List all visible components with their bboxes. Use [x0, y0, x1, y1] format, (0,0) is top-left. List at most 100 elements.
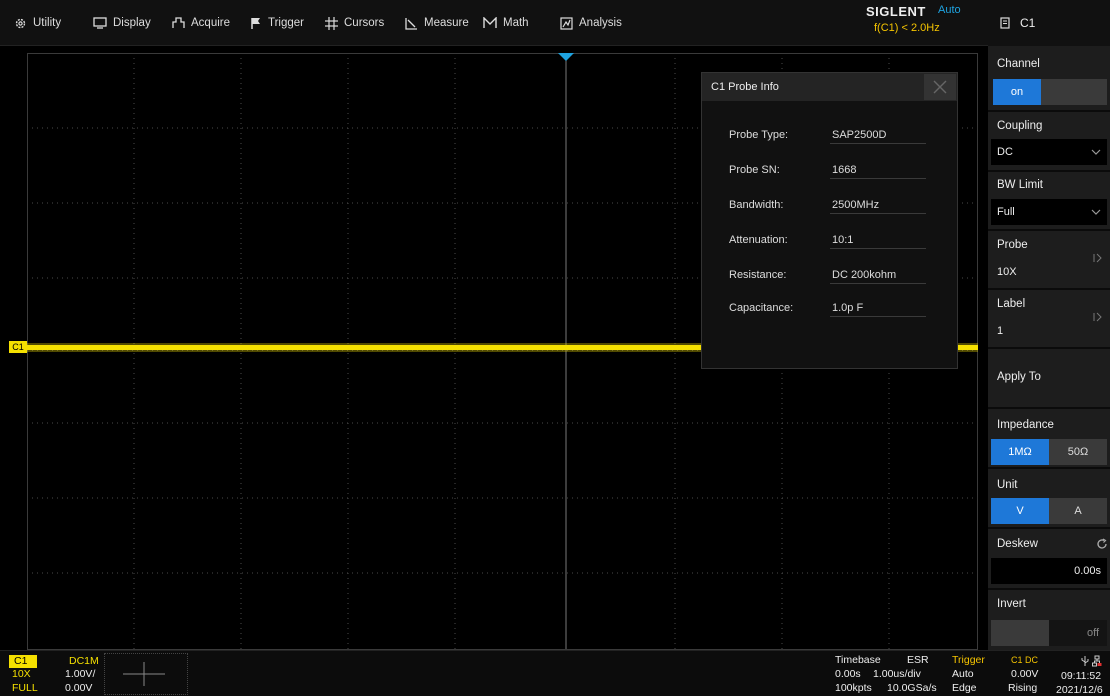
- menu-trigger-label: Trigger: [268, 17, 304, 29]
- deskew-input[interactable]: 0.00s: [991, 558, 1107, 584]
- trigger-frequency: f(C1) < 2.0Hz: [874, 22, 940, 34]
- divider: [830, 178, 926, 179]
- trigger-slope: Rising: [1008, 682, 1038, 694]
- channel-label: Channel: [997, 58, 1040, 70]
- divider: [988, 170, 1110, 172]
- submenu-arrow-icon: [1093, 312, 1102, 322]
- deskew-label: Deskew: [997, 538, 1038, 550]
- channel-off-toggle[interactable]: [1041, 79, 1107, 105]
- network-icon: [1092, 655, 1102, 667]
- impedance-label: Impedance: [997, 419, 1054, 431]
- trigger-box[interactable]: Trigger Auto Edge C1 DC 0.00V Rising: [950, 653, 1050, 696]
- probe-sn-key: Probe SN:: [729, 164, 780, 176]
- reset-icon[interactable]: [1096, 538, 1108, 550]
- add-channel-button[interactable]: [104, 653, 188, 695]
- trigger-mode: Auto: [952, 668, 974, 680]
- ch1-coupling: DC1M: [69, 655, 99, 667]
- label-menu-item[interactable]: Label 1: [988, 290, 1110, 346]
- impedance-50-label: 50Ω: [1067, 446, 1089, 458]
- coupling-label: Coupling: [997, 120, 1043, 132]
- timebase-label: Timebase: [835, 654, 881, 666]
- menu-analysis[interactable]: Analysis: [560, 0, 622, 46]
- resistance-value: DC 200kohm: [832, 269, 897, 281]
- ch1-info-box[interactable]: C1 DC1M 10X 1.00V/ FULL 0.00V: [9, 654, 99, 696]
- monitor-icon: [93, 17, 107, 29]
- ch1-badge-label: C1: [14, 655, 28, 667]
- trigger-position-marker[interactable]: [558, 53, 574, 61]
- ch1-scale: 1.00V/: [65, 668, 96, 680]
- panel-title: C1: [1020, 16, 1036, 30]
- unit-a-label: A: [1074, 505, 1082, 517]
- menu-utility[interactable]: Utility: [14, 0, 61, 46]
- menu-acquire[interactable]: Acquire: [172, 0, 230, 46]
- chevron-down-icon: [1091, 209, 1101, 215]
- divider: [830, 283, 926, 284]
- resistance-key: Resistance:: [729, 269, 787, 281]
- acquisition-mode: Auto: [938, 4, 961, 16]
- probe-value: 10X: [997, 266, 1017, 278]
- menu-math[interactable]: Math: [483, 0, 529, 46]
- divider: [830, 143, 926, 144]
- status-bar: C1 DC1M 10X 1.00V/ FULL 0.00V Timebase E…: [0, 650, 1110, 696]
- menu-display-label: Display: [113, 17, 151, 29]
- unit-label: Unit: [997, 479, 1018, 491]
- invert-off-toggle[interactable]: off: [1049, 620, 1107, 646]
- apply-to-button[interactable]: Apply To: [988, 349, 1110, 407]
- ch1-probe: 10X: [12, 668, 31, 680]
- invert-on-toggle[interactable]: [991, 620, 1049, 646]
- probe-type-key: Probe Type:: [729, 129, 789, 141]
- coupling-value: DC: [997, 146, 1013, 158]
- probe-info-title: C1 Probe Info: [711, 81, 779, 93]
- menu-cursors-label: Cursors: [344, 17, 385, 29]
- menu-measure[interactable]: Measure: [405, 0, 469, 46]
- probe-info-header: C1 Probe Info: [702, 73, 957, 101]
- unit-a-option[interactable]: A: [1049, 498, 1107, 524]
- timebase-mode: ESR: [907, 654, 929, 666]
- coupling-dropdown[interactable]: DC: [991, 139, 1107, 165]
- menu-utility-label: Utility: [33, 17, 62, 29]
- usb-icon: [1081, 656, 1089, 666]
- divider: [988, 467, 1110, 469]
- bw-limit-value: Full: [997, 206, 1015, 218]
- impedance-1m-option[interactable]: 1MΩ: [991, 439, 1049, 465]
- divider: [830, 248, 926, 249]
- brand-area: SIGLENT Auto f(C1) < 2.0Hz: [866, 4, 986, 42]
- timebase-rate: 10.0GSa/s: [887, 682, 937, 694]
- label-label: Label: [997, 298, 1026, 310]
- menu-display[interactable]: Display: [93, 0, 151, 46]
- menu-trigger[interactable]: Trigger: [250, 0, 304, 46]
- channel-on-toggle[interactable]: on: [993, 79, 1041, 105]
- invert-label: Invert: [997, 598, 1026, 610]
- divider: [988, 110, 1110, 112]
- menu-math-label: Math: [503, 17, 529, 29]
- probe-sn-value: 1668: [832, 164, 857, 176]
- unit-v-label: V: [1016, 505, 1024, 517]
- trigger-level: 0.00V: [1011, 668, 1039, 680]
- probe-menu-item[interactable]: Probe 10X: [988, 231, 1110, 287]
- bw-limit-dropdown[interactable]: Full: [991, 199, 1107, 225]
- close-button[interactable]: [924, 74, 956, 100]
- impedance-50-option[interactable]: 50Ω: [1049, 439, 1107, 465]
- oscilloscope-screen: Utility Display Acquire Trigger Cursors …: [0, 0, 1110, 696]
- unit-v-option[interactable]: V: [991, 498, 1049, 524]
- bandwidth-key: Bandwidth:: [729, 199, 784, 211]
- close-icon: [933, 80, 947, 94]
- measure-icon: [405, 17, 417, 30]
- attenuation-value: 10:1: [832, 234, 854, 246]
- timebase-scale: 1.00us/div: [873, 668, 921, 680]
- trigger-type: Edge: [952, 682, 977, 694]
- clock-date: 2021/12/6: [1056, 684, 1103, 696]
- divider: [988, 527, 1110, 529]
- ch1-level-marker[interactable]: C1: [9, 341, 27, 353]
- menu-cursors[interactable]: Cursors: [325, 0, 384, 46]
- ch1-bw: FULL: [12, 682, 38, 694]
- chevron-down-icon: [1091, 149, 1101, 155]
- channel-settings-panel: C1 Channel on Coupling DC BW Limit Full …: [988, 0, 1110, 650]
- channel-on-label: on: [1010, 86, 1024, 98]
- gear-icon: [15, 18, 26, 28]
- attenuation-key: Attenuation:: [729, 234, 788, 246]
- probe-label: Probe: [997, 239, 1028, 251]
- ch1-badge: C1: [9, 655, 37, 668]
- math-icon: [483, 17, 497, 28]
- probe-type-value: SAP2500D: [832, 129, 887, 141]
